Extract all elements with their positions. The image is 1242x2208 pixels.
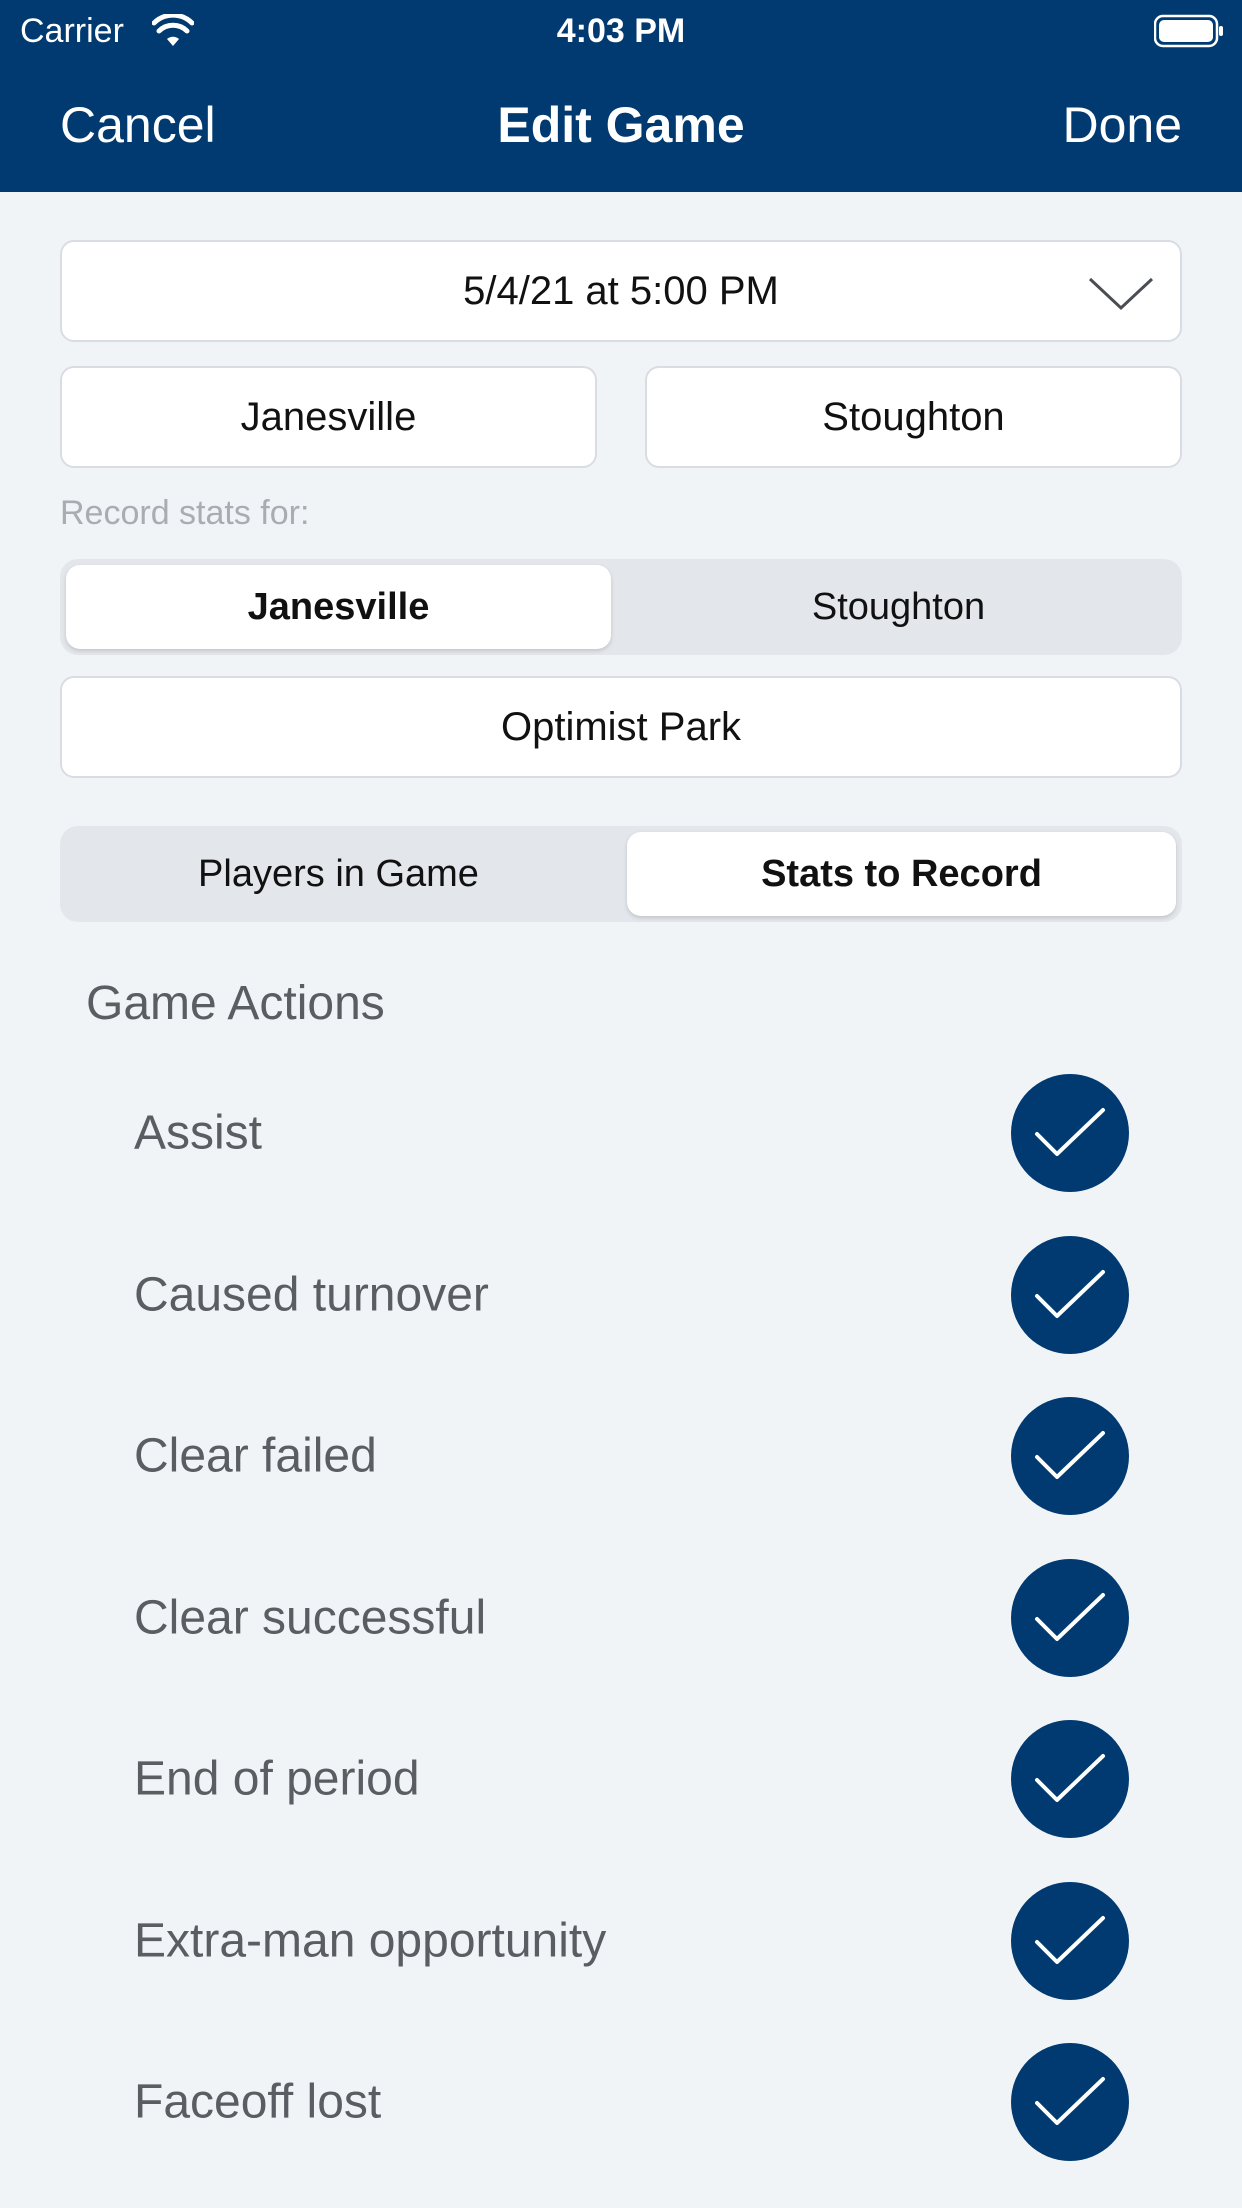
action-label: End of period xyxy=(134,1752,420,1806)
tab-players-in-game[interactable]: Players in Game xyxy=(66,832,611,916)
list-item: Assist xyxy=(0,1052,1242,1214)
date-time-picker[interactable]: 5/4/21 at 5:00 PM xyxy=(60,240,1182,342)
action-label: Caused turnover xyxy=(134,1268,489,1321)
segment-stoughton[interactable]: Stoughton xyxy=(621,565,1176,649)
checkmark-icon xyxy=(1035,1108,1105,1156)
action-label: Clear failed xyxy=(134,1429,377,1483)
list-item: End of period xyxy=(0,1698,1242,1860)
away-team-label: Stoughton xyxy=(822,394,1005,439)
chevron-down-icon xyxy=(1088,277,1154,311)
status-time: 4:03 PM xyxy=(556,12,686,50)
list-item: Caused turnover xyxy=(0,1214,1242,1376)
action-label: Clear successful xyxy=(134,1591,487,1644)
away-team-field[interactable]: Stoughton xyxy=(645,366,1182,468)
status-bar: Carrier 4:03 PM xyxy=(0,0,1242,62)
date-time-value: 5/4/21 at 5:00 PM xyxy=(463,268,779,313)
list-item: Extra-man opportunity xyxy=(0,1860,1242,2022)
navigation-header: Carrier 4:03 PM Cancel Edit Game Done xyxy=(0,0,1242,192)
checkmark-toggle[interactable] xyxy=(1011,1397,1129,1515)
section-title-game-actions: Game Actions xyxy=(86,977,385,1030)
list-item: Clear failed xyxy=(0,1375,1242,1537)
checkmark-icon xyxy=(1035,1915,1105,1964)
checkmark-icon xyxy=(1035,1754,1105,1802)
checkmark-icon xyxy=(1035,1431,1105,1479)
checkmark-toggle[interactable] xyxy=(1011,1720,1129,1838)
action-label: Extra-man opportunity xyxy=(134,1914,607,1967)
battery-icon xyxy=(1154,14,1223,48)
checkmark-icon xyxy=(1035,1592,1105,1641)
checkmark-toggle[interactable] xyxy=(1011,1558,1129,1677)
tab-stats-to-record[interactable]: Stats to Record xyxy=(627,832,1176,916)
list-item: Clear successful xyxy=(0,1537,1242,1699)
checkmark-toggle[interactable] xyxy=(1011,2043,1129,2161)
action-label: Assist xyxy=(134,1106,263,1160)
location-field[interactable]: Optimist Park xyxy=(60,676,1182,778)
home-team-field[interactable]: Janesville xyxy=(60,366,597,468)
list-item: Faceoff lost xyxy=(0,2021,1242,2183)
done-button[interactable]: Done xyxy=(1062,96,1182,154)
checkmark-toggle[interactable] xyxy=(1011,1881,1129,2000)
location-label: Optimist Park xyxy=(500,704,742,749)
checkmark-icon xyxy=(1035,2077,1105,2125)
record-stats-segmented-control: Janesville Stoughton xyxy=(60,559,1182,655)
record-stats-label: Record stats for: xyxy=(60,494,310,532)
action-label: Faceoff lost xyxy=(134,2075,382,2129)
checkmark-toggle[interactable] xyxy=(1011,1074,1129,1192)
page-title: Edit Game xyxy=(497,97,745,153)
home-team-label: Janesville xyxy=(240,394,417,439)
view-segmented-control: Players in Game Stats to Record xyxy=(60,826,1182,922)
segment-janesville[interactable]: Janesville xyxy=(66,565,611,649)
checkmark-icon xyxy=(1035,1269,1105,1318)
checkmark-toggle[interactable] xyxy=(1011,1235,1129,1354)
